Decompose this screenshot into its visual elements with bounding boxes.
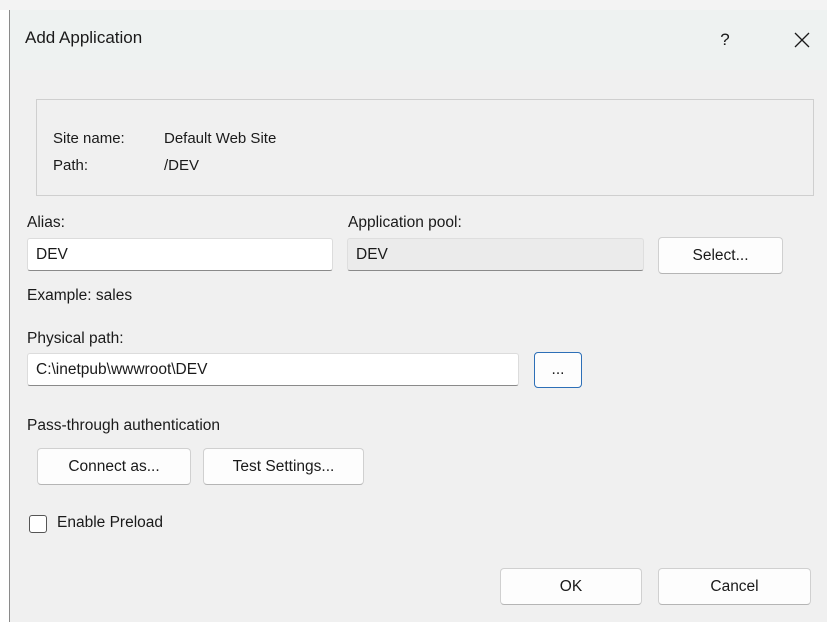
enable-preload-label: Enable Preload [57,514,163,531]
dialog-title: Add Application [25,28,143,47]
browse-button[interactable]: ... [534,352,582,388]
close-icon [794,32,810,48]
title-bar: Add Application ? [10,10,827,70]
ok-button[interactable]: OK [500,568,642,605]
test-settings-button[interactable]: Test Settings... [203,448,364,485]
add-application-dialog: Add Application ? Site name: Default Web… [9,10,827,622]
alias-label: Alias: [27,214,65,231]
app-pool-label: Application pool: [348,214,462,231]
connect-as-button[interactable]: Connect as... [37,448,191,485]
path-value: /DEV [164,157,200,174]
close-button[interactable] [780,20,824,60]
select-app-pool-button[interactable]: Select... [658,237,783,274]
site-name-label: Site name: [53,130,125,147]
site-info-box: Site name: Default Web Site Path: /DEV [36,99,814,196]
site-name-value: Default Web Site [164,130,277,147]
pass-through-auth-label: Pass-through authentication [27,417,221,434]
app-pool-field: DEV [347,238,644,271]
alias-example: Example: sales [27,287,133,304]
path-label: Path: [53,157,89,174]
physical-path-label: Physical path: [27,330,124,347]
enable-preload-checkbox[interactable] [29,515,47,533]
physical-path-input[interactable]: C:\inetpub\wwwroot\DEV [27,353,519,386]
alias-input[interactable]: DEV [27,238,333,271]
help-button[interactable]: ? [700,20,750,60]
background-window [0,0,827,10]
cancel-button[interactable]: Cancel [658,568,811,605]
